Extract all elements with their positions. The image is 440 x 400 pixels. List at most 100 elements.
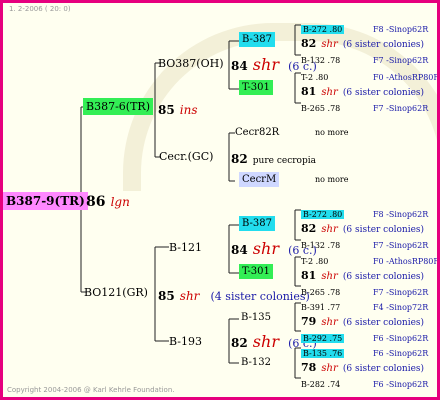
g4-origin-a-wrap: F6 -Sinop62R	[373, 343, 428, 359]
g4-origin-c-wrap: F6 -Sinop62R	[373, 374, 428, 390]
g4-row-c: B-265 .78	[301, 282, 340, 298]
g2-sp-3: shr	[252, 332, 279, 351]
g4-origin-c: F6 -Sinop62R	[373, 334, 429, 343]
g4-row-c: B-132 .78	[301, 235, 340, 251]
g4-num: 78	[301, 361, 317, 374]
g4-code-c[interactable]: B-132 .78	[301, 56, 340, 65]
g3-code-4: B-387	[239, 216, 275, 231]
g2-num-0: 84	[231, 59, 248, 73]
g4-origin-a-wrap: F0 -AthosRP80R	[373, 251, 440, 267]
g4-origin-c: F7 -Sinop62R	[373, 56, 429, 65]
g4-sp: shr	[321, 271, 338, 282]
g4-origin-c-wrap: F7 -Sinop62R	[373, 235, 428, 251]
g4-sp: shr	[321, 363, 338, 374]
node-bo387[interactable]: BO387(OH)	[158, 58, 224, 69]
root-node[interactable]: B387-9(TR)	[3, 192, 88, 210]
g4-row-mid: 79 shr (6 sister colonies)	[301, 312, 424, 328]
g4-row-mid: 82 shr (6 sister colonies)	[301, 219, 424, 235]
g1-num-lower: 85	[158, 289, 175, 303]
node-b132[interactable]: B-132	[241, 358, 271, 368]
g1-code-upper: B387-6(TR)	[83, 98, 153, 115]
g2-num-1: 82	[231, 152, 248, 166]
g3-code-1: T-301	[239, 80, 273, 95]
g4-origin-a-wrap: F4 -Sinop72R	[373, 297, 428, 313]
g4-origin-c-wrap: F7 -Sinop62R	[373, 282, 428, 298]
g4-sp: shr	[321, 224, 338, 235]
g2-num-2: 84	[231, 243, 248, 257]
g4-num: 79	[301, 315, 317, 328]
g1-sp-upper: ins	[179, 103, 198, 117]
g4-origin-c-wrap: F7 -Sinop62R	[373, 50, 428, 66]
g4-origin-a: F0 -AthosRP80R	[373, 73, 440, 82]
node-b135[interactable]: B-135	[241, 313, 271, 323]
node-b387-b[interactable]: B-387	[239, 216, 275, 231]
g4-code-c[interactable]: B-282 .74	[301, 380, 340, 389]
root-species: lgn	[110, 195, 130, 209]
g4-row-c: B-282 .74	[301, 374, 340, 390]
no-more-1: no more	[315, 128, 349, 137]
node-t301-a[interactable]: T-301	[239, 80, 273, 95]
g4-code-c[interactable]: B-292 .75	[301, 334, 345, 343]
g4-row-mid: 81 shr (6 sister colonies)	[301, 266, 424, 282]
g2-num-3: 82	[231, 336, 248, 350]
g4-sp: shr	[321, 87, 338, 98]
g4-note: (6 sister colonies)	[342, 318, 425, 328]
root-num: 86	[86, 194, 106, 210]
pedigree-canvas: 1. 2-2006 ( 20: 0) Copyright 2004-2006 @…	[0, 0, 440, 400]
g4-code-c[interactable]: B-265 .78	[301, 288, 340, 297]
g1-rating-lower: 85 shr (4 sister colonies)	[158, 287, 310, 303]
g4-row-mid: 81 shr (6 sister colonies)	[301, 82, 424, 98]
g3-code-0: B-387	[239, 32, 275, 47]
g4-note: (6 sister colonies)	[342, 272, 425, 282]
g4-note: (6 sister colonies)	[342, 40, 425, 50]
g4-sp: shr	[321, 39, 338, 50]
root-code: B387-9(TR)	[3, 192, 88, 210]
g4-note: (6 sister colonies)	[342, 364, 425, 374]
g4-origin-c-wrap: F7 -Sinop62R	[373, 98, 428, 114]
g4-code-c[interactable]: B-132 .78	[301, 241, 340, 250]
g4-origin-c-wrap: F6 -Sinop62R	[373, 328, 428, 344]
g4-origin-c: F7 -Sinop62R	[373, 241, 429, 250]
g4-row-a: T-2 .80	[301, 251, 328, 267]
g4-origin-c: F6 -Sinop62R	[373, 380, 429, 389]
g1-num-upper: 85	[158, 103, 175, 117]
node-cecrm[interactable]: CecrM	[239, 172, 280, 187]
g1-note-lower: (4 sister colonies)	[210, 290, 310, 303]
g4-code-a[interactable]: T-2 .80	[301, 257, 328, 266]
node-t301-b[interactable]: T-301	[239, 264, 273, 279]
g4-code-a[interactable]: T-2 .80	[301, 73, 328, 82]
node-b387-a[interactable]: B-387	[239, 32, 275, 47]
node-b387-6[interactable]: B387-6(TR)	[83, 98, 153, 115]
g2-sp-1: pure cecropia	[252, 156, 316, 166]
root-rating: 86 lgn	[86, 193, 130, 209]
g4-row-mid: 82 shr (6 sister colonies)	[301, 34, 424, 50]
g4-origin-a: F0 -AthosRP80R	[373, 257, 440, 266]
node-cecr-gc[interactable]: Cecr.(GC)	[159, 151, 213, 162]
g4-origin-a: F4 -Sinop72R	[373, 303, 429, 312]
node-cecr82r[interactable]: Cecr82R	[235, 128, 279, 138]
g4-origin-a-wrap: F0 -AthosRP80R	[373, 67, 440, 83]
node-bo121[interactable]: BO121(GR)	[84, 287, 148, 298]
g4-note: (6 sister colonies)	[342, 225, 425, 235]
g4-row-a: T-2 .80	[301, 67, 328, 83]
g2-rating-1: 82 pure cecropia	[231, 150, 316, 166]
g1-rating-upper: 85 ins	[158, 101, 198, 117]
g4-note: (6 sister colonies)	[342, 88, 425, 98]
node-b121[interactable]: B-121	[169, 242, 202, 253]
g3-code-5: T-301	[239, 264, 273, 279]
g4-origin-a: F6 -Sinop62R	[373, 349, 429, 358]
node-b193[interactable]: B-193	[169, 336, 202, 347]
g4-num: 82	[301, 37, 317, 50]
g4-row-c: B-132 .78	[301, 50, 340, 66]
g4-row-c: B-265 .78	[301, 98, 340, 114]
g4-origin-c: F7 -Sinop62R	[373, 288, 429, 297]
copyright: Copyright 2004-2006 @ Karl Kehrle Founda…	[7, 386, 175, 394]
g4-origin-a-wrap: F8 -Sinop62R	[373, 19, 428, 35]
g1-sp-lower: shr	[179, 289, 200, 303]
g3-code-3: CecrM	[239, 172, 280, 187]
g4-row-mid: 78 shr (6 sister colonies)	[301, 358, 424, 374]
g4-code-c[interactable]: B-265 .78	[301, 104, 340, 113]
g4-origin-a: F8 -Sinop62R	[373, 210, 429, 219]
g2-sp-2: shr	[252, 239, 279, 258]
g4-row-c: B-292 .75	[301, 328, 345, 344]
